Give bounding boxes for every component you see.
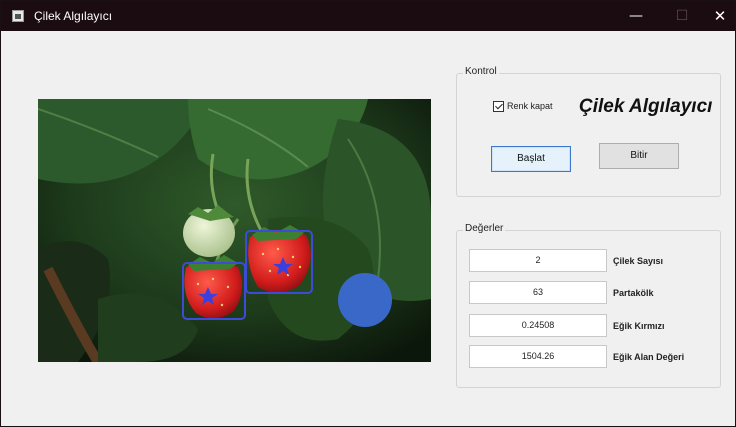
- minimize-button[interactable]: —: [613, 1, 659, 31]
- app-window: Çilek Algılayıcı — ☐ ✕ Kontrol Renk kapa…: [0, 0, 736, 427]
- stop-button[interactable]: Bitir: [599, 143, 679, 169]
- control-group: Kontrol Renk kapat Çilek Algılayıcı Başl…: [456, 66, 721, 197]
- values-group: Değerler 2 Çilek Sayısı 63 Partakölk 0.2…: [456, 223, 721, 388]
- color-checkbox-label[interactable]: Renk kapat: [507, 101, 553, 111]
- close-button[interactable]: ✕: [697, 1, 736, 31]
- area-value-label: Eğik Alan Değeri: [613, 352, 685, 362]
- start-button[interactable]: Başlat: [491, 146, 571, 172]
- color-checkbox[interactable]: [493, 101, 504, 112]
- red-ratio-label: Eğik Kırmızı: [613, 321, 665, 331]
- strawberry-count-field[interactable]: 2: [469, 249, 607, 272]
- values-group-legend: Değerler: [463, 223, 506, 234]
- area-value-field[interactable]: 1504.26: [469, 345, 607, 368]
- particle-label: Partakölk: [613, 288, 654, 298]
- strawberry-count-label: Çilek Sayısı: [613, 256, 664, 266]
- red-ratio-field[interactable]: 0.24508: [469, 314, 607, 337]
- app-heading: Çilek Algılayıcı: [579, 96, 713, 117]
- title-bar[interactable]: Çilek Algılayıcı — ☐ ✕: [1, 1, 735, 31]
- app-icon: [12, 10, 24, 22]
- strawberry-image: [38, 99, 431, 362]
- particle-field[interactable]: 63: [469, 281, 607, 304]
- control-group-legend: Kontrol: [463, 66, 499, 77]
- window-title: Çilek Algılayıcı: [34, 9, 113, 23]
